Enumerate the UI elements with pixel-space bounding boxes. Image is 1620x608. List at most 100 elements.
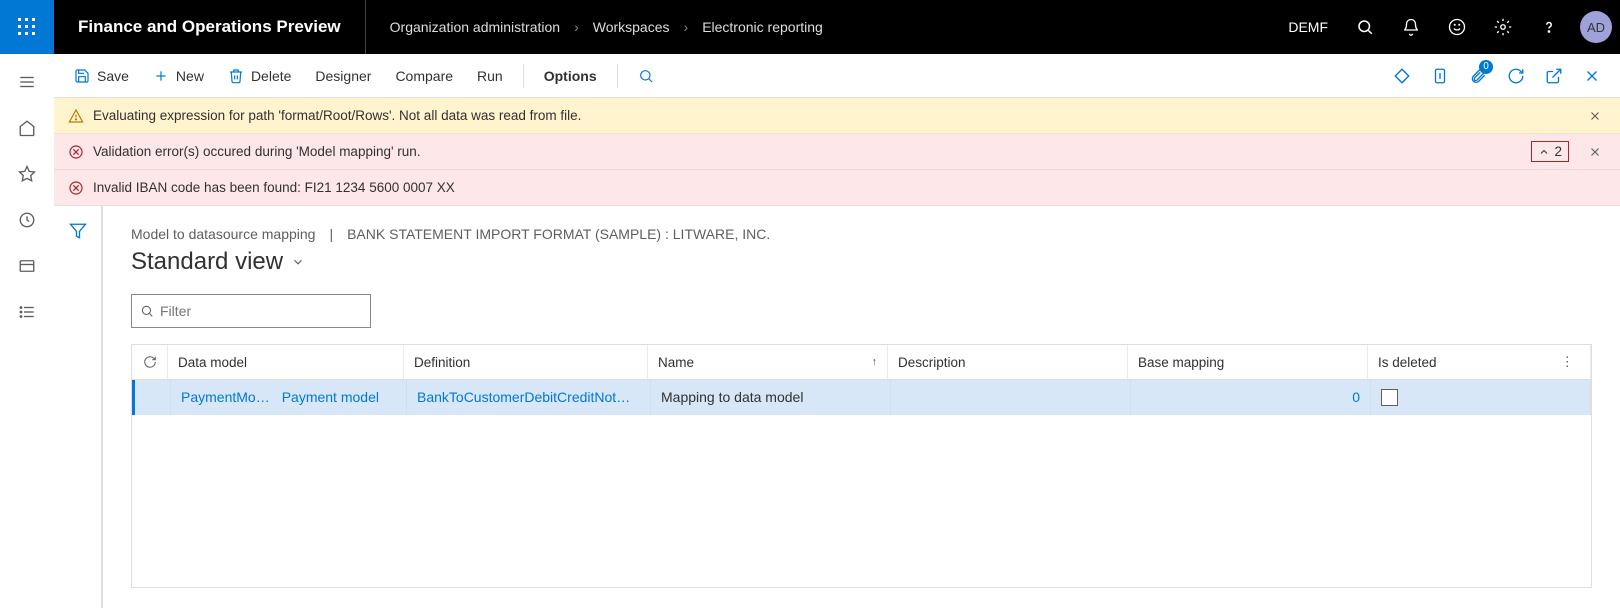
warning-bar: Evaluating expression for path 'format/R… [54,98,1620,134]
run-button[interactable]: Run [467,62,513,90]
compare-button[interactable]: Compare [385,62,463,90]
error-expand[interactable]: 2 [1531,141,1569,162]
gear-icon[interactable] [1482,0,1524,54]
save-button[interactable]: Save [64,62,139,90]
app-title: Finance and Operations Preview [54,0,366,54]
clock-icon[interactable] [7,200,47,240]
find-button[interactable] [628,62,664,90]
search-icon [140,304,154,318]
more-icon[interactable]: ⋮ [1555,354,1581,370]
cell-data-model[interactable]: PaymentMo… Payment model [171,380,407,415]
diamond-icon[interactable] [1384,58,1420,94]
page-crumbs: Model to datasource mapping | BANK STATE… [131,226,1592,242]
chevron-right-icon: › [574,19,579,35]
options-button[interactable]: Options [534,62,607,90]
sort-asc-icon: ↑ [872,356,878,368]
cell-name[interactable]: Mapping to data model [651,380,891,415]
error-icon [68,144,84,160]
close-icon[interactable] [1584,141,1606,163]
nav-rail [0,54,54,608]
waffle-launcher[interactable] [0,0,54,54]
filter-input[interactable] [160,303,362,319]
breadcrumb-item[interactable]: Workspaces [593,19,670,35]
refresh-column[interactable] [132,345,168,379]
close-icon[interactable] [1574,58,1610,94]
cell-base-mapping[interactable]: 0 [1131,380,1371,415]
crumb-label: BANK STATEMENT IMPORT FORMAT (SAMPLE) : … [347,226,770,242]
compare-label: Compare [395,68,453,84]
table-row[interactable]: PaymentMo… Payment model BankToCustomerD… [132,380,1591,415]
list-icon[interactable] [7,292,47,332]
popout-icon[interactable] [1536,58,1572,94]
filter-icon[interactable] [69,222,87,608]
breadcrumb-item[interactable]: Electronic reporting [702,19,823,35]
cell-definition[interactable]: BankToCustomerDebitCreditNot… [407,380,651,415]
bell-icon[interactable] [1390,0,1432,54]
attach-icon[interactable]: 0 [1460,58,1496,94]
toolbar-separator [617,64,618,88]
new-button[interactable]: New [143,62,214,90]
warning-text: Evaluating expression for path 'format/R… [93,108,1575,123]
save-icon [74,68,90,84]
view-title: Standard view [131,248,283,276]
checkbox[interactable] [1381,389,1398,406]
options-label: Options [544,68,597,84]
company-code[interactable]: DEMF [1288,19,1328,35]
chevron-up-icon [1538,146,1550,158]
breadcrumb-item[interactable]: Organization administration [390,19,560,35]
plus-icon [153,68,169,84]
cell-description[interactable] [891,380,1131,415]
col-data-model[interactable]: Data model [168,345,404,379]
smile-icon[interactable] [1436,0,1478,54]
header: Finance and Operations Preview Organizat… [0,0,1620,54]
col-name[interactable]: Name↑ [648,345,888,379]
hamburger-icon[interactable] [7,62,47,102]
error-bar: Validation error(s) occured during 'Mode… [54,134,1620,170]
star-icon[interactable] [7,154,47,194]
help-icon[interactable] [1528,0,1570,54]
crumb-label: Model to datasource mapping [131,226,315,242]
attach-badge: 0 [1479,60,1493,74]
toolbar: Save New Delete Designer Compare Run Opt… [54,54,1620,98]
cell-is-deleted[interactable] [1371,380,1591,415]
col-description[interactable]: Description [888,345,1128,379]
delete-button[interactable]: Delete [218,62,301,90]
header-right: DEMF AD [1288,0,1620,54]
chevron-down-icon [291,255,305,269]
home-icon[interactable] [7,108,47,148]
refresh-icon[interactable] [1498,58,1534,94]
toolbar-right: 0 [1384,58,1610,94]
col-base-mapping[interactable]: Base mapping [1128,345,1368,379]
filter-rail [54,206,102,608]
filter-box[interactable] [131,294,371,328]
row-selector[interactable] [135,380,171,415]
waffle-icon [18,18,36,36]
info-icon[interactable] [1422,58,1458,94]
run-label: Run [477,68,503,84]
breadcrumbs: Organization administration › Workspaces… [366,19,1289,35]
page: Model to datasource mapping | BANK STATE… [102,206,1620,608]
delete-label: Delete [251,68,291,84]
error-bar: Invalid IBAN code has been found: FI21 1… [54,170,1620,206]
grid-header: Data model Definition Name↑ Description … [132,345,1591,380]
chevron-right-icon: › [684,19,689,35]
error-text: Invalid IBAN code has been found: FI21 1… [93,180,1606,195]
close-icon[interactable] [1584,105,1606,127]
grid: Data model Definition Name↑ Description … [131,344,1592,588]
error-icon [68,180,84,196]
designer-label: Designer [315,68,371,84]
view-selector[interactable]: Standard view [131,248,1592,276]
search-icon [638,68,654,84]
search-icon[interactable] [1344,0,1386,54]
toolbar-separator [523,64,524,88]
error-text: Validation error(s) occured during 'Mode… [93,144,1522,159]
avatar[interactable]: AD [1580,11,1612,43]
module-icon[interactable] [7,246,47,286]
main: Save New Delete Designer Compare Run Opt… [54,54,1620,608]
warning-icon [68,108,84,124]
col-definition[interactable]: Definition [404,345,648,379]
new-label: New [176,68,204,84]
error-count: 2 [1554,144,1562,159]
designer-button[interactable]: Designer [305,62,381,90]
col-is-deleted[interactable]: Is deleted⋮ [1368,345,1591,379]
